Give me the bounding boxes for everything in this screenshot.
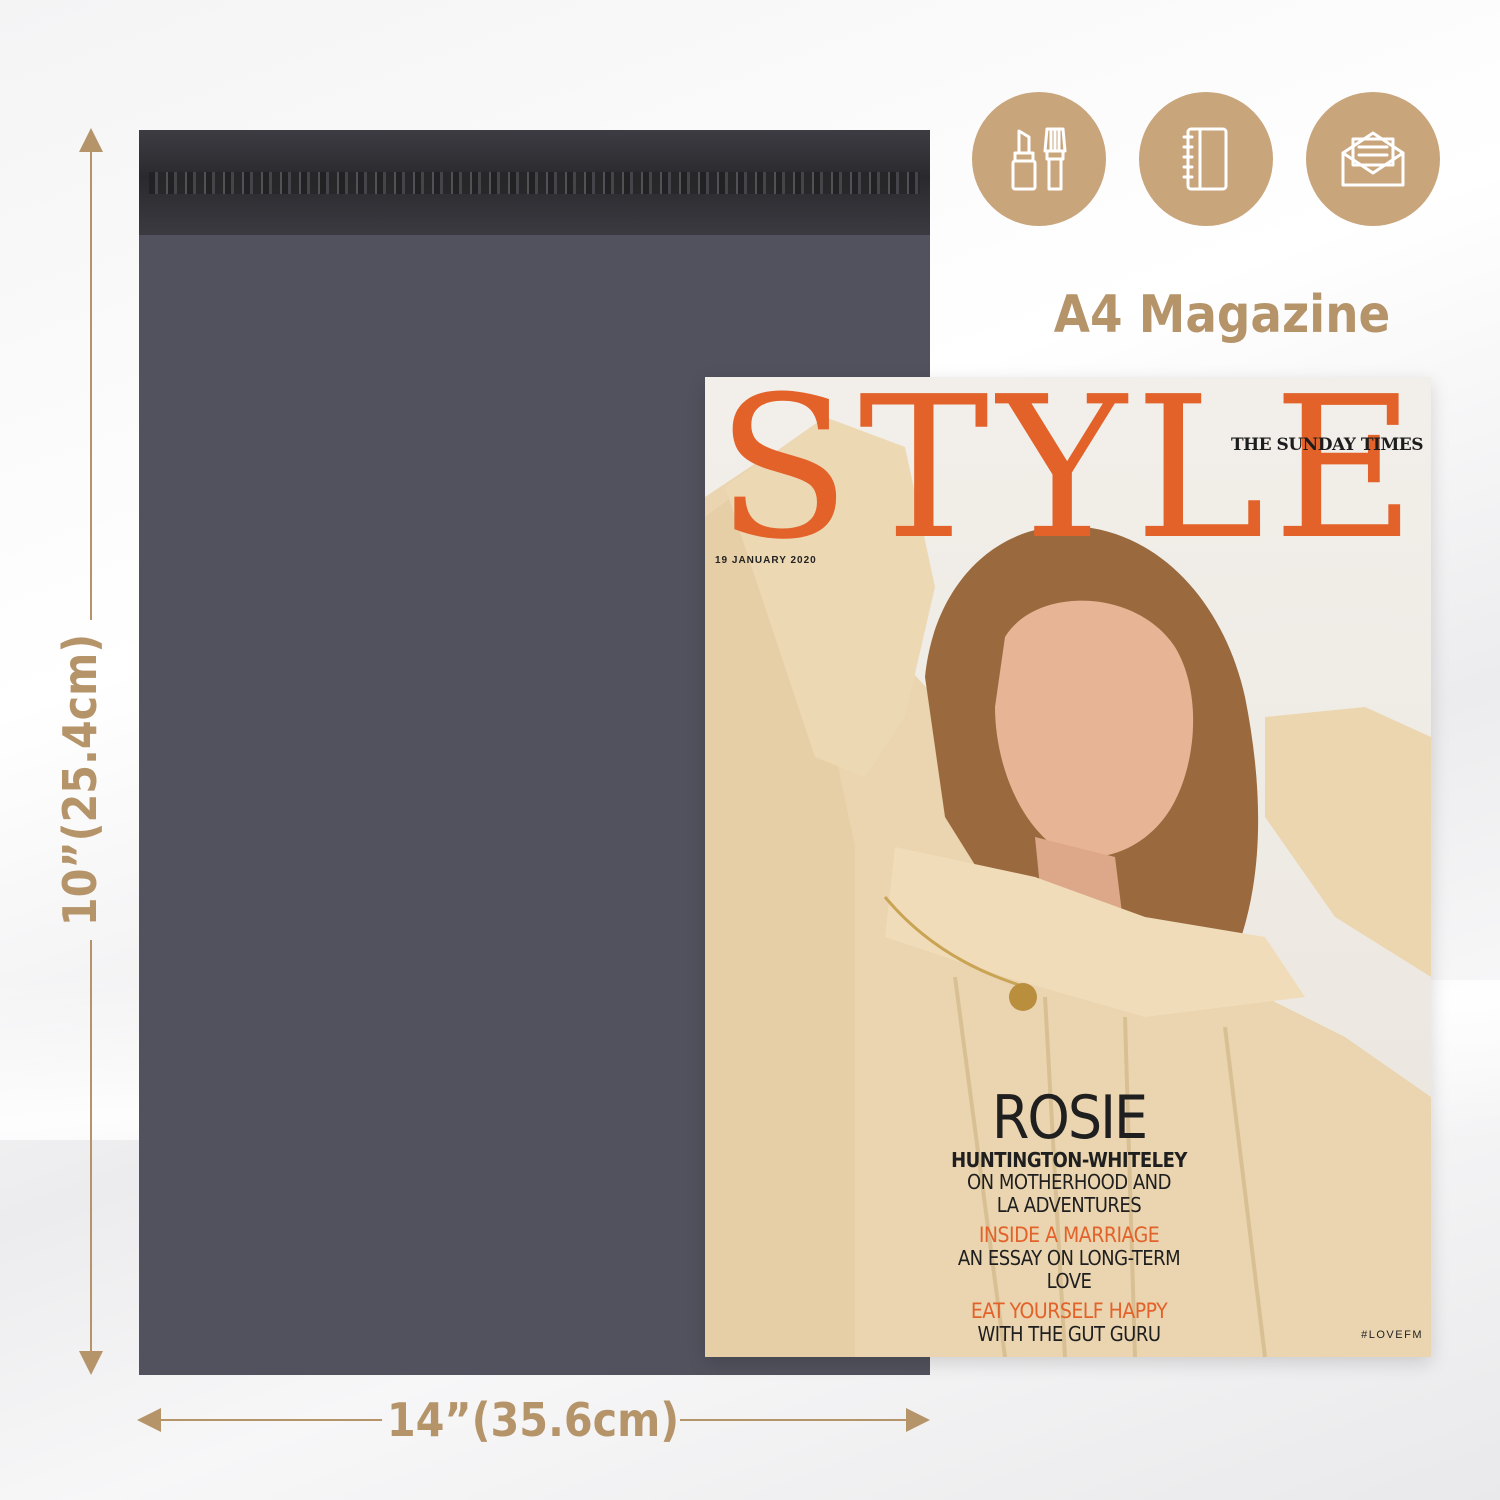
coverline-highlight1: INSIDE A MARRIAGE bbox=[978, 1223, 1160, 1247]
arrow-down-icon bbox=[79, 1351, 103, 1375]
coverline-highlight2: EAT YOURSELF HAPPY bbox=[970, 1299, 1168, 1323]
coverline-line1: ON MOTHERHOOD AND bbox=[967, 1170, 1171, 1194]
arrow-left-icon bbox=[137, 1408, 161, 1432]
magazine-title: STYLE bbox=[716, 377, 1424, 583]
height-dimension-line-bottom bbox=[90, 940, 92, 1352]
a4-magazine-label: A4 Magazine bbox=[1053, 285, 1391, 345]
coverline-line2: LA ADVENTURES bbox=[996, 1193, 1142, 1217]
envelope-letter-icon bbox=[1306, 92, 1440, 226]
coverline-name: ROSIE bbox=[991, 1083, 1148, 1153]
lipstick-brush-icon bbox=[972, 92, 1106, 226]
width-dimension-line-right bbox=[680, 1419, 908, 1421]
coverline-subname: HUNTINGTON-WHITELEY bbox=[951, 1148, 1187, 1172]
coverline-line3: AN ESSAY ON LONG-TERM LOVE bbox=[957, 1246, 1181, 1293]
coverline-line4: WITH THE GUT GURU bbox=[977, 1322, 1161, 1346]
arrow-right-icon bbox=[906, 1408, 930, 1432]
magazine-hashtag: #LOVEFM bbox=[1361, 1329, 1423, 1341]
height-dimension-label: 10”(25.4cm) bbox=[53, 633, 107, 927]
a4-magazine: STYLE THE SUNDAY TIMES 19 JANUARY 2020 R… bbox=[705, 377, 1431, 1357]
width-dimension-label: 14”(35.6cm) bbox=[386, 1393, 680, 1447]
magazine-brand: THE SUNDAY TIMES bbox=[1230, 435, 1424, 455]
notebook-icon bbox=[1139, 92, 1273, 226]
adhesive-seal-strip bbox=[139, 130, 930, 235]
magazine-date: 19 JANUARY 2020 bbox=[715, 555, 817, 566]
width-dimension-line-left bbox=[160, 1419, 382, 1421]
cover-lines: ROSIE HUNTINGTON-WHITELEY ON MOTHERHOOD … bbox=[937, 1087, 1201, 1346]
arrow-up-icon bbox=[79, 128, 103, 152]
height-dimension-line-top bbox=[90, 150, 92, 620]
